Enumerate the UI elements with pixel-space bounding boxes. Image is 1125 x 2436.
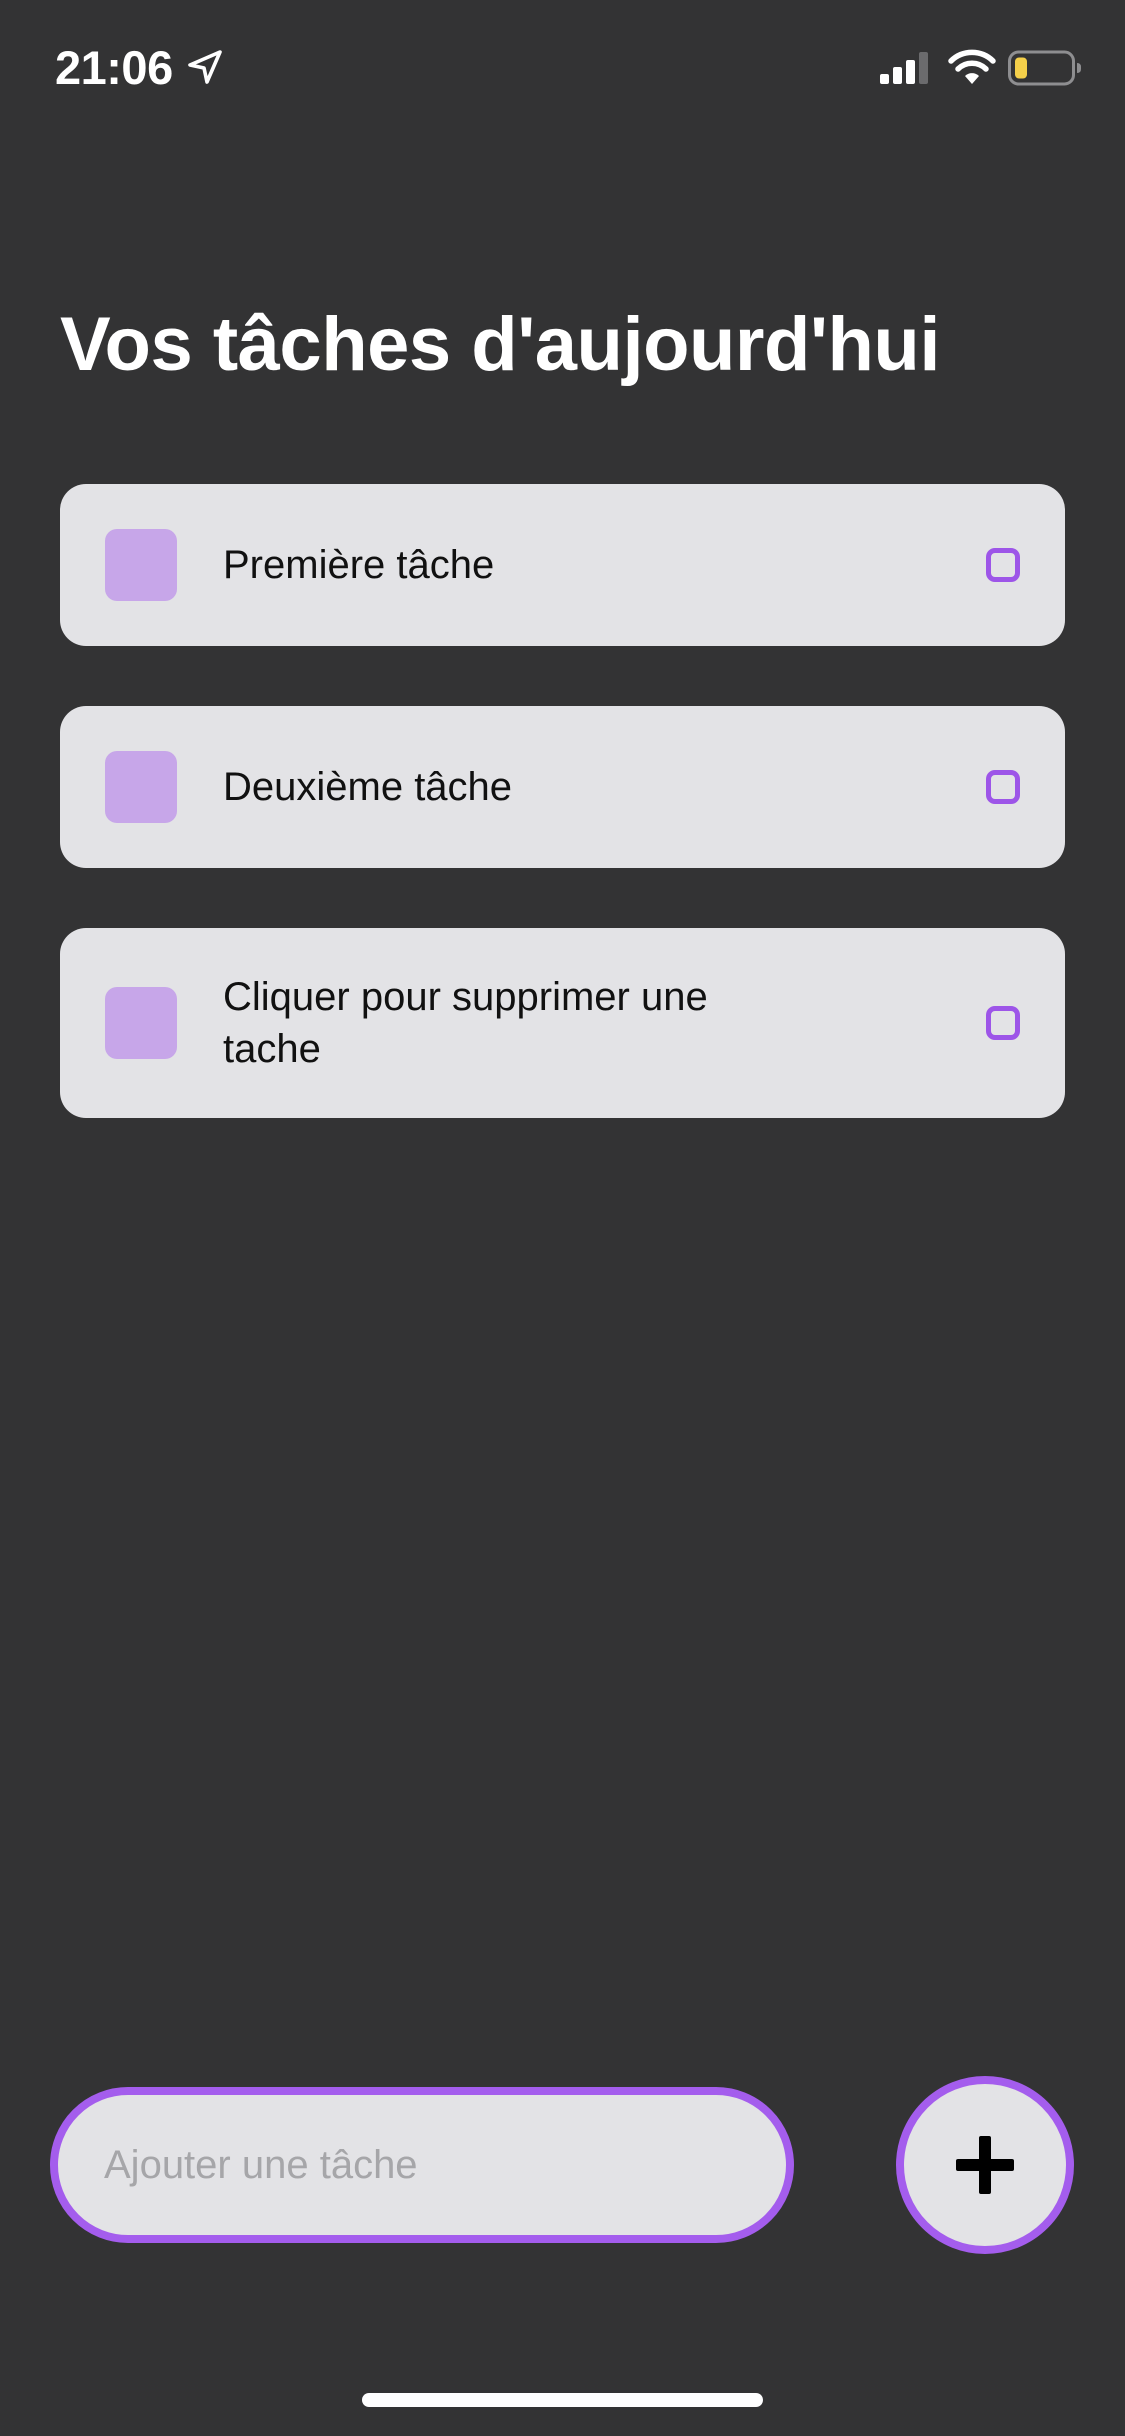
- task-label: Cliquer pour supprimer une tache: [223, 975, 708, 1071]
- wifi-icon: [948, 49, 996, 84]
- task-square-icon: [105, 751, 177, 823]
- location-arrow-icon: [188, 50, 222, 84]
- battery-low-icon: [1008, 50, 1081, 86]
- status-time: 21:06: [55, 41, 173, 94]
- cellular-signal-icon: [880, 52, 928, 84]
- home-indicator[interactable]: [362, 2393, 763, 2407]
- task-label: Première tâche: [223, 543, 495, 587]
- task-input-container: [50, 2087, 794, 2243]
- task-square-icon: [105, 529, 177, 601]
- task-status-circle-icon: [986, 548, 1020, 582]
- task-status-circle-icon: [986, 770, 1020, 804]
- task-item[interactable]: Cliquer pour supprimer une tache: [60, 928, 1065, 1118]
- status-bar: 21:06: [0, 0, 1125, 140]
- plus-icon: [956, 2136, 1014, 2194]
- task-item[interactable]: Deuxième tâche: [60, 706, 1065, 868]
- task-label: Deuxième tâche: [223, 765, 513, 809]
- task-square-icon: [105, 987, 177, 1059]
- task-item[interactable]: Première tâche: [60, 484, 1065, 646]
- page-title: Vos tâches d'aujourd'hui: [60, 302, 940, 387]
- add-task-input[interactable]: [58, 2095, 786, 2235]
- task-status-circle-icon: [986, 1006, 1020, 1040]
- add-task-button[interactable]: [896, 2076, 1074, 2254]
- task-list: Première tâche Deuxième tâche Cliquer po…: [60, 484, 1065, 1178]
